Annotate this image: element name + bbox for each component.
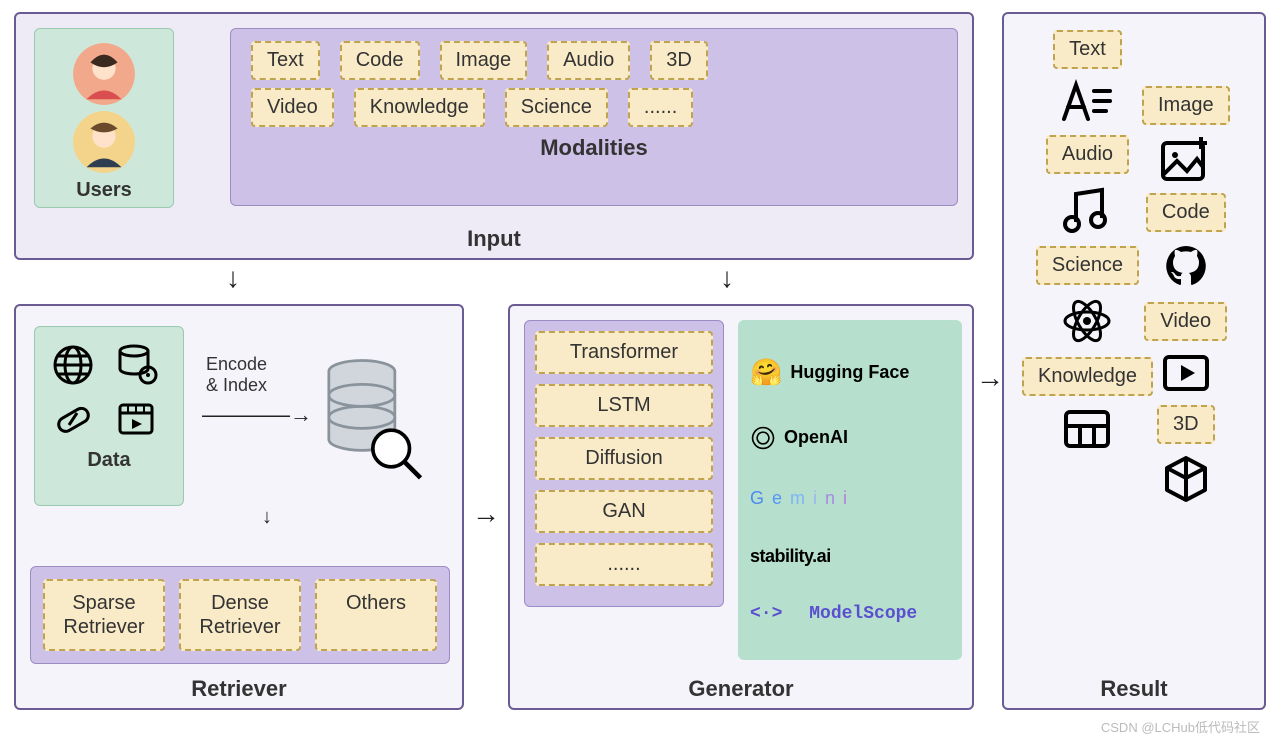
globe-icon xyxy=(49,341,97,389)
user-avatar-2-icon xyxy=(73,111,135,173)
modality-text: Text xyxy=(251,41,320,80)
model-lstm: LSTM xyxy=(535,384,713,427)
brand-openai: OpenAI xyxy=(750,425,950,451)
result-audio-tag: Audio xyxy=(1046,135,1129,174)
modality-3d: 3D xyxy=(650,41,708,80)
music-icon xyxy=(1058,182,1116,238)
data-box: Data xyxy=(34,326,184,506)
modality-science: Science xyxy=(505,88,608,127)
huggingface-icon: 🤗 xyxy=(750,357,782,388)
brand-huggingface: 🤗Hugging Face xyxy=(750,357,950,388)
model-gan: GAN xyxy=(535,490,713,533)
openai-icon xyxy=(750,425,776,451)
encode-index-label: Encode & Index xyxy=(206,354,267,396)
table-icon xyxy=(1058,404,1116,454)
result-image-tag: Image xyxy=(1142,86,1230,125)
video-file-icon xyxy=(112,395,160,443)
dense-retriever-tag: Dense Retriever xyxy=(179,579,301,651)
result-video-tag: Video xyxy=(1144,302,1227,341)
result-panel: Text Audio Science Knowledge Image Code … xyxy=(1002,12,1266,710)
arrow-right-icon: → xyxy=(472,498,500,530)
arrow-right-icon: ――――→ xyxy=(202,402,312,428)
brand-modelscope: <·> ModelScope xyxy=(750,604,950,624)
modality-more: ...... xyxy=(628,88,693,127)
generator-title: Generator xyxy=(510,676,972,702)
arrow-down-icon: ↓ xyxy=(720,262,734,294)
database-gear-icon xyxy=(112,341,160,389)
text-icon xyxy=(1058,77,1116,127)
generator-models-box: Transformer LSTM Diffusion GAN ...... xyxy=(524,320,724,607)
users-label: Users xyxy=(43,179,165,202)
sparse-retriever-tag: Sparse Retriever xyxy=(43,579,165,651)
retriever-types-box: Sparse Retriever Dense Retriever Others xyxy=(30,566,450,664)
brand-stabilityai: stability.ai xyxy=(750,546,950,567)
atom-icon xyxy=(1058,293,1116,349)
arrow-down-small-icon: ↓ xyxy=(262,506,272,529)
pill-icon xyxy=(49,395,97,443)
model-diffusion: Diffusion xyxy=(535,437,713,480)
database-search-icon xyxy=(316,356,426,486)
image-plus-icon xyxy=(1157,133,1215,185)
modalities-label: Modalities xyxy=(243,135,945,161)
arrow-right-icon: → xyxy=(976,362,1004,394)
generator-brands-box: 🤗Hugging Face OpenAI Gemini stability.ai… xyxy=(738,320,962,660)
input-panel: Users Text Code Image Audio 3D Video Kno… xyxy=(14,12,974,260)
users-box: Users xyxy=(34,28,174,208)
model-transformer: Transformer xyxy=(535,331,713,374)
modality-code: Code xyxy=(340,41,420,80)
modelscope-icon: <·> xyxy=(750,604,782,624)
retriever-panel: Data Encode & Index ――――→ ↓ Sparse Retri… xyxy=(14,304,464,710)
result-3d-tag: 3D xyxy=(1157,405,1215,444)
result-title: Result xyxy=(1004,676,1264,702)
input-title: Input xyxy=(16,226,972,252)
result-science-tag: Science xyxy=(1036,246,1139,285)
result-text-tag: Text xyxy=(1053,30,1122,69)
data-label: Data xyxy=(43,449,175,472)
modality-image: Image xyxy=(440,41,528,80)
modality-audio: Audio xyxy=(547,41,630,80)
cube-icon xyxy=(1157,452,1215,506)
watermark-text: CSDN @LCHub低代码社区 xyxy=(1101,717,1260,736)
result-code-tag: Code xyxy=(1146,193,1226,232)
others-retriever-tag: Others xyxy=(315,579,437,651)
retriever-title: Retriever xyxy=(16,676,462,702)
github-icon xyxy=(1157,240,1215,294)
modalities-box: Text Code Image Audio 3D Video Knowledge… xyxy=(230,28,958,206)
video-play-icon xyxy=(1157,349,1215,397)
modality-knowledge: Knowledge xyxy=(354,88,485,127)
brand-gemini: Gemini xyxy=(750,488,950,509)
arrow-down-icon: ↓ xyxy=(226,262,240,294)
generator-panel: Transformer LSTM Diffusion GAN ...... 🤗H… xyxy=(508,304,974,710)
result-knowledge-tag: Knowledge xyxy=(1022,357,1153,396)
model-more: ...... xyxy=(535,543,713,586)
user-avatar-1-icon xyxy=(73,43,135,105)
modality-video: Video xyxy=(251,88,334,127)
